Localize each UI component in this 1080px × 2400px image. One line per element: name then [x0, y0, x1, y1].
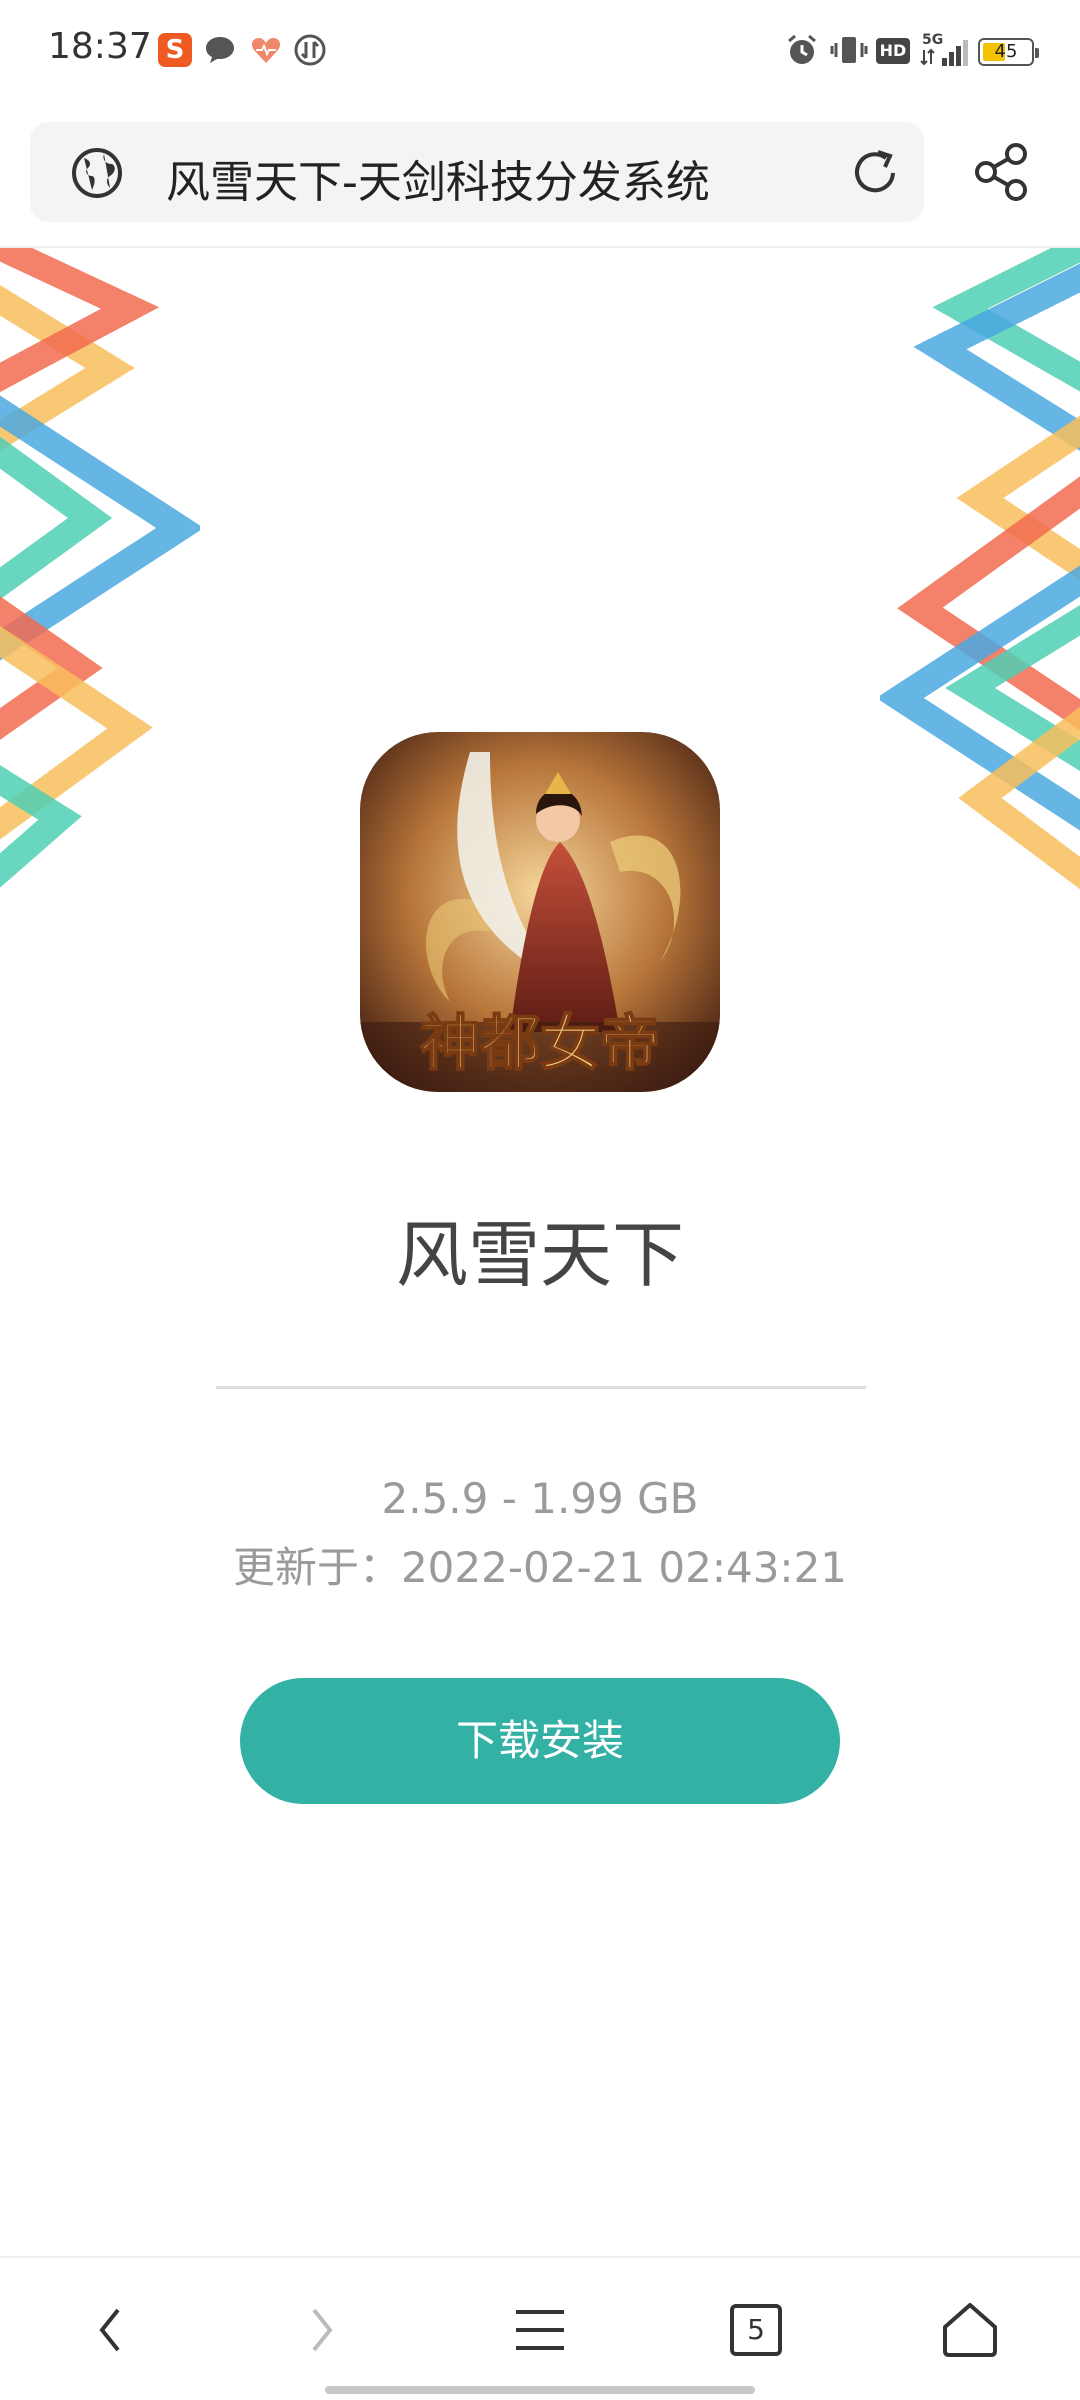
app-icon-caption: 神都女帝 — [420, 1009, 660, 1079]
network-label: 5G — [922, 32, 943, 48]
page-title: 风雪天下-天剑科技分发系统 — [166, 157, 710, 208]
health-icon — [250, 30, 282, 70]
bottom-divider — [0, 2256, 1080, 2258]
home-icon[interactable] — [930, 2290, 1010, 2370]
globe-icon[interactable] — [70, 146, 124, 200]
address-bar[interactable]: 风雪天下-天剑科技分发系统 — [30, 122, 924, 222]
reload-icon[interactable] — [848, 146, 902, 200]
update-time: 更新于：2022-02-21 02:43:21 — [232, 1543, 848, 1592]
sogou-icon: S — [158, 33, 192, 67]
home-indicator[interactable] — [325, 2386, 755, 2394]
tabs-icon[interactable]: 5 — [716, 2290, 796, 2370]
hd-icon: HD — [876, 38, 910, 64]
vibrate-icon — [830, 30, 868, 70]
version-size: 2.5.9 - 1.99 GB — [381, 1474, 699, 1523]
5g-signal-icon: 5G — [920, 30, 968, 70]
info-divider — [216, 1386, 866, 1389]
battery-icon: 45 — [978, 38, 1039, 66]
chat-icon — [204, 30, 236, 70]
decoration-left — [0, 232, 204, 948]
menu-icon[interactable] — [500, 2290, 580, 2370]
data-icon — [293, 30, 327, 70]
share-icon[interactable] — [972, 140, 1032, 204]
back-icon[interactable] — [70, 2290, 150, 2370]
app-icon: 神都女帝 — [360, 732, 720, 1092]
tab-count: 5 — [730, 2304, 782, 2356]
install-button[interactable]: 下载安装 — [240, 1678, 840, 1804]
app-name: 风雪天下 — [395, 1213, 684, 1297]
battery-level: 45 — [994, 41, 1018, 62]
status-time: 18:37 — [48, 26, 152, 67]
decoration-right — [876, 233, 1080, 948]
alarm-icon — [785, 30, 819, 70]
status-bar: 18:37 S HD 5G 45 — [0, 0, 1080, 100]
forward-icon[interactable] — [282, 2290, 362, 2370]
